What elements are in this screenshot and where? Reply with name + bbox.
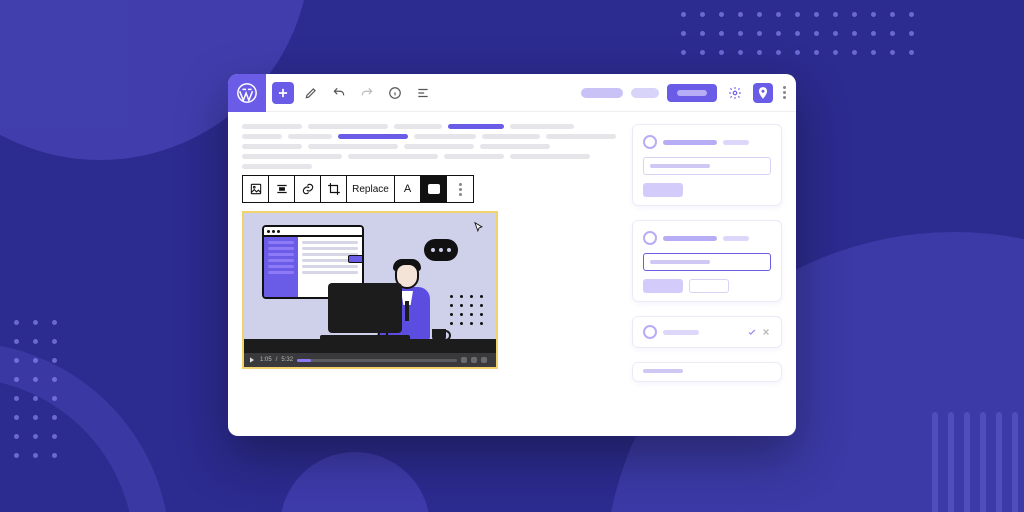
avatar-icon — [643, 325, 657, 339]
desk-illustration — [244, 339, 496, 353]
more-options-icon[interactable] — [447, 176, 473, 202]
wordpress-logo-icon[interactable] — [228, 74, 266, 112]
comment-input[interactable] — [643, 157, 771, 175]
editor-body: Replace A — [228, 112, 796, 436]
comment-input[interactable] — [643, 253, 771, 271]
bg-dots — [0, 320, 57, 472]
comment-icon[interactable] — [421, 176, 447, 202]
comment-submit-button[interactable] — [643, 279, 683, 293]
comment-card[interactable] — [632, 124, 782, 206]
commenter-name — [663, 140, 717, 145]
comments-sidebar — [632, 124, 782, 422]
video-duration: 5:32 — [281, 357, 293, 363]
save-draft-button[interactable] — [581, 88, 623, 98]
speech-bubble-illustration — [424, 239, 458, 261]
volume-icon[interactable] — [461, 357, 467, 363]
undo-icon[interactable] — [328, 82, 350, 104]
avatar-icon — [643, 135, 657, 149]
text-color-icon[interactable]: A — [395, 176, 421, 202]
outline-icon[interactable] — [412, 82, 434, 104]
video-scrubber[interactable] — [297, 359, 457, 362]
video-block[interactable]: 1:05 / 5:32 — [242, 211, 498, 369]
crop-icon[interactable] — [321, 176, 347, 202]
fullscreen-icon[interactable] — [481, 357, 487, 363]
approval-card[interactable] — [632, 316, 782, 348]
approve-icon[interactable] — [747, 327, 757, 337]
editor-canvas[interactable]: Replace A — [242, 124, 618, 422]
commenter-name — [663, 236, 717, 241]
approval-name — [663, 330, 699, 335]
reject-icon[interactable] — [761, 327, 771, 337]
preview-button[interactable] — [631, 88, 659, 98]
comment-submit-button[interactable] — [643, 183, 683, 197]
comment-time — [723, 140, 749, 145]
avatar-icon — [643, 231, 657, 245]
video-controls[interactable]: 1:05 / 5:32 — [244, 353, 496, 367]
editor-window: Replace A — [228, 74, 796, 436]
laptop-illustration — [320, 283, 410, 341]
info-icon[interactable] — [384, 82, 406, 104]
settings-video-icon[interactable] — [471, 357, 477, 363]
align-icon[interactable] — [269, 176, 295, 202]
dot-grid-decor — [450, 295, 484, 325]
activity-icon[interactable] — [753, 83, 773, 103]
link-icon[interactable] — [295, 176, 321, 202]
comment-cancel-button[interactable] — [689, 279, 729, 293]
video-current-time: 1:05 — [260, 357, 272, 363]
editor-topbar — [228, 74, 796, 112]
marketing-stage: Replace A — [0, 0, 1024, 512]
comment-time — [723, 236, 749, 241]
topbar-left-actions — [266, 82, 434, 104]
add-block-button[interactable] — [272, 82, 294, 104]
bg-stripes — [932, 412, 1024, 512]
more-menu-icon[interactable] — [781, 84, 788, 101]
redo-icon[interactable] — [356, 82, 378, 104]
publish-button[interactable] — [667, 84, 717, 102]
play-icon[interactable] — [248, 356, 256, 364]
cursor-icon — [472, 221, 486, 235]
approval-text — [643, 369, 683, 373]
topbar-right-actions — [581, 83, 796, 103]
bg-dots — [681, 12, 914, 69]
block-type-icon[interactable] — [243, 176, 269, 202]
comment-card[interactable] — [632, 220, 782, 302]
video-thumbnail — [244, 213, 496, 353]
settings-icon[interactable] — [725, 83, 745, 103]
paragraph-placeholder — [242, 124, 618, 169]
bg-decor — [280, 452, 430, 512]
edit-icon[interactable] — [300, 82, 322, 104]
approval-card[interactable] — [632, 362, 782, 382]
replace-button[interactable]: Replace — [347, 176, 395, 202]
block-toolbar: Replace A — [242, 175, 474, 203]
